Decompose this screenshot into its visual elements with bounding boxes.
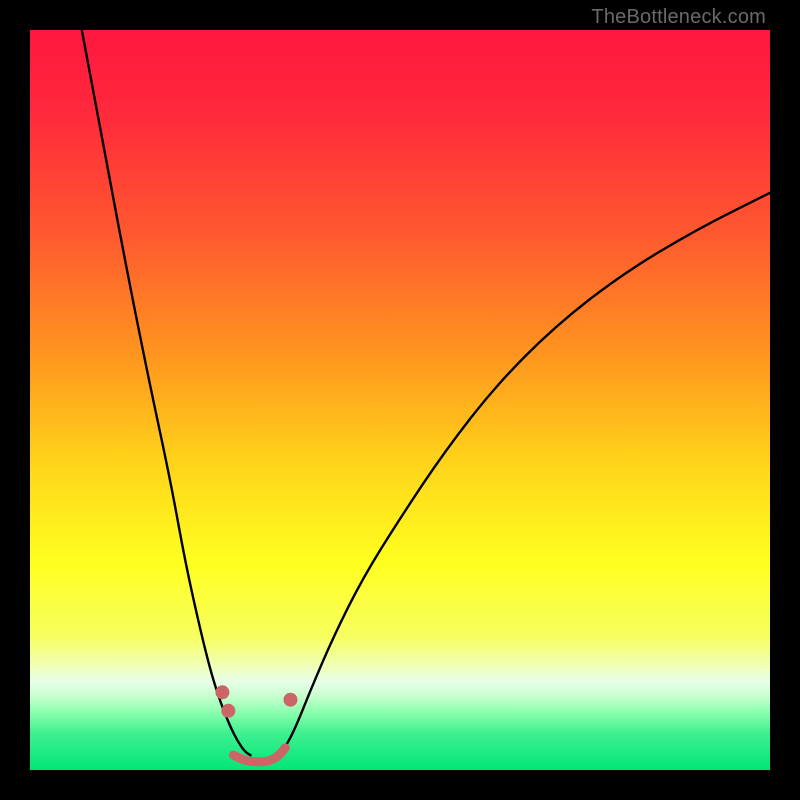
watermark-text: TheBottleneck.com [591,6,766,29]
series-right-arm [276,193,770,755]
marker-right-dot [283,693,297,707]
series-left-arm [82,30,251,755]
plot-area [30,30,770,770]
marker-left-dot-lower [221,704,235,718]
series-valley-floor [234,748,286,762]
chart-frame: TheBottleneck.com [0,0,800,800]
curves-layer [30,30,770,770]
marker-left-dot-upper [215,685,229,699]
